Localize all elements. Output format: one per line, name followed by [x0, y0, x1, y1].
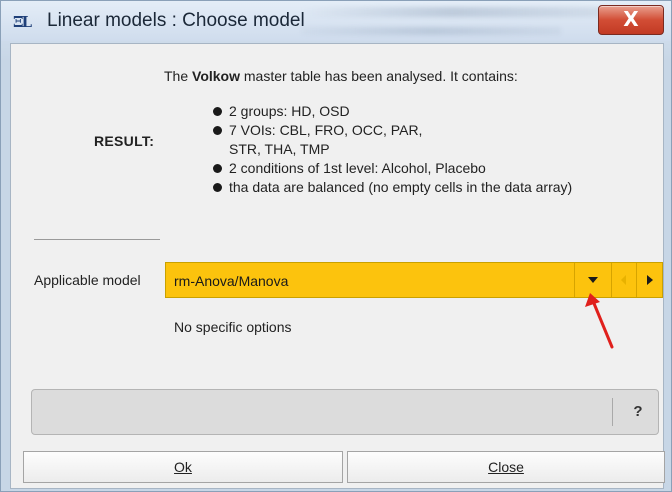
close-button[interactable]: Close: [347, 451, 665, 483]
list-item: 7 VOIs: CBL, FRO, OCC, PAR,: [213, 121, 572, 140]
help-button[interactable]: ?: [618, 390, 658, 434]
list-item-text: 2 conditions of 1st level: Alcohol, Plac…: [229, 160, 486, 176]
close-icon: X: [623, 7, 639, 31]
red-pointer-arrow-icon: [585, 293, 614, 349]
list-item-text: 2 groups: HD, OSD: [229, 103, 350, 119]
app-logo-icon: ΞL: [13, 13, 32, 31]
background-blur: [301, 27, 561, 35]
options-text: No specific options: [174, 319, 292, 335]
next-arrow-icon: [647, 275, 653, 285]
ok-button[interactable]: Ok: [23, 451, 343, 483]
list-item: tha data are balanced (no empty cells in…: [213, 178, 572, 197]
close-button-label: Close: [488, 459, 524, 475]
section-divider: [34, 239, 160, 240]
list-item-text: STR, THA, TMP: [229, 141, 330, 157]
list-item-text: 7 VOIs: CBL, FRO, OCC, PAR,: [229, 122, 423, 138]
result-list: 2 groups: HD, OSD 7 VOIs: CBL, FRO, OCC,…: [213, 102, 572, 197]
message-bar-divider: [612, 398, 613, 426]
summary-prefix: The: [164, 68, 193, 84]
list-item: 2 conditions of 1st level: Alcohol, Plac…: [213, 159, 572, 178]
title-bar[interactable]: ΞL Linear models : Choose model X: [1, 1, 671, 41]
bullet-icon: [213, 183, 222, 192]
dialog-window: ΞL Linear models : Choose model X The Vo…: [0, 0, 672, 492]
window-close-button[interactable]: X: [598, 5, 664, 35]
result-label: RESULT:: [94, 133, 155, 149]
window-title: Linear models : Choose model: [47, 10, 305, 31]
bullet-icon: [213, 126, 222, 135]
summary-text: The Volkow master table has been analyse…: [164, 68, 518, 84]
bullet-icon: [213, 164, 222, 173]
model-label: Applicable model: [34, 272, 141, 288]
next-model-button[interactable]: [637, 263, 662, 297]
message-bar: ?: [31, 389, 659, 435]
ok-button-label: Ok: [174, 459, 192, 475]
table-name: Volkow: [192, 68, 240, 84]
help-icon: ?: [633, 403, 643, 420]
summary-suffix: master table has been analysed. It conta…: [239, 68, 518, 84]
bullet-icon: [213, 107, 222, 116]
list-item-text: tha data are balanced (no empty cells in…: [229, 179, 573, 195]
model-select-value: rm-Anova/Manova: [174, 273, 289, 289]
list-item: 2 groups: HD, OSD: [213, 102, 572, 121]
list-item-continuation: STR, THA, TMP: [213, 140, 572, 159]
background-blur: [301, 7, 601, 17]
